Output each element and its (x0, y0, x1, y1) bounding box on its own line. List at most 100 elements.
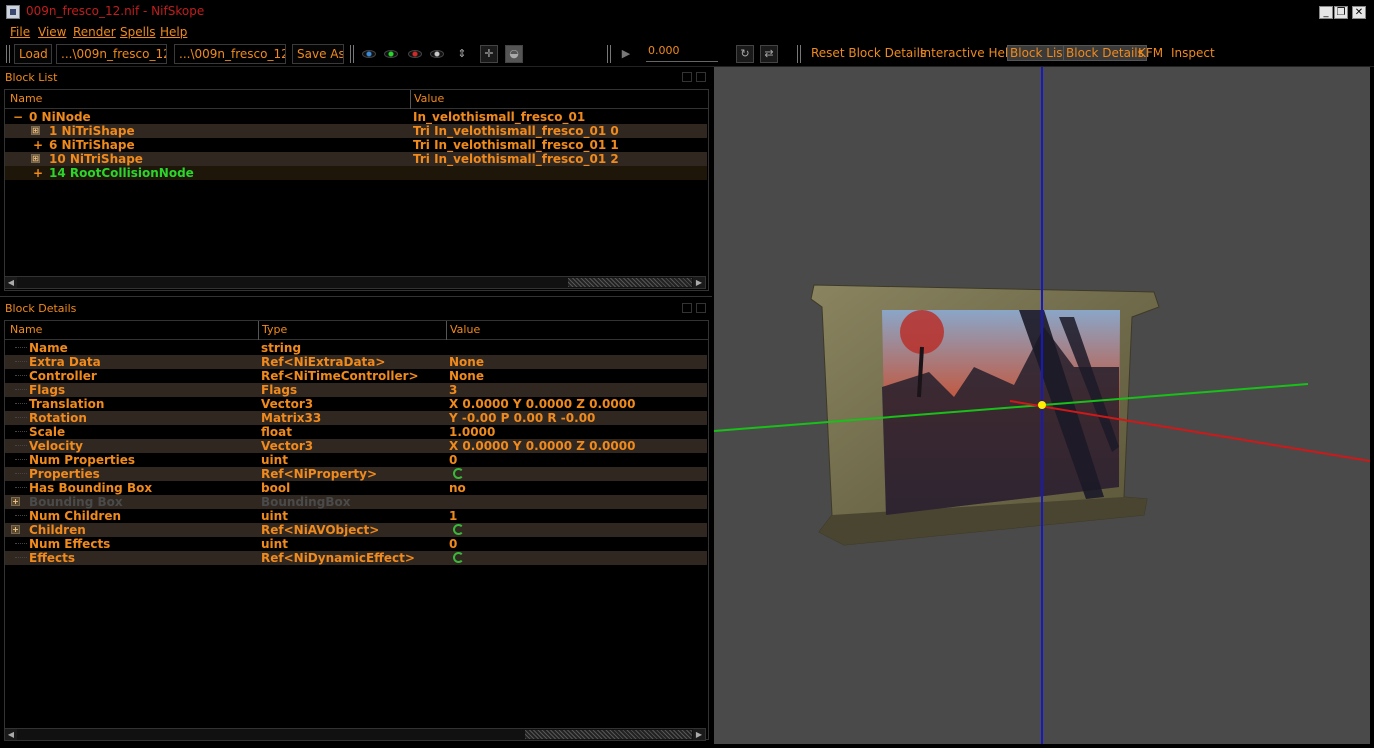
move-icon[interactable]: ✛ (480, 45, 498, 63)
detail-row[interactable]: + Children Ref<NiAVObject> (5, 523, 707, 537)
detail-row[interactable]: Scale float 1.0000 (5, 425, 707, 439)
tree-row[interactable]: + 6 NiTriShape Tri In_velothismall_fresc… (5, 138, 707, 152)
inspect-button[interactable]: Inspect (1171, 46, 1215, 60)
menu-render[interactable]: Render (73, 25, 116, 39)
walk-icon[interactable]: ⇕ (453, 45, 471, 63)
scroll-right-icon[interactable]: ▶ (693, 277, 705, 288)
refresh-link-icon[interactable] (453, 552, 464, 563)
interactive-help-button[interactable]: Interactive Help (920, 46, 1016, 60)
block-details-toggle[interactable]: Block Details (1063, 45, 1147, 61)
detail-value[interactable]: 1 (449, 509, 457, 523)
toolbar-grip[interactable] (6, 45, 10, 63)
detail-value[interactable]: X 0.0000 Y 0.0000 Z 0.0000 (449, 439, 635, 453)
close-dock-icon[interactable] (696, 72, 706, 82)
scroll-left-icon[interactable]: ◀ (5, 277, 17, 288)
save-path-field[interactable]: ...\009n_fresco_12.nif (174, 44, 286, 64)
expand-icon[interactable]: ⊞ (31, 154, 40, 163)
close-dock-icon[interactable] (696, 303, 706, 313)
scroll-thumb[interactable] (568, 278, 692, 287)
detail-row[interactable]: Rotation Matrix33 Y -0.00 P 0.00 R -0.00 (5, 411, 707, 425)
detail-row[interactable]: Controller Ref<NiTimeController> None (5, 369, 707, 383)
refresh-link-icon[interactable] (453, 468, 464, 479)
column-name[interactable]: Name (10, 92, 42, 105)
view-side-icon[interactable] (408, 50, 422, 58)
expand-icon[interactable]: + (11, 497, 20, 506)
detail-value[interactable]: 3 (449, 383, 457, 397)
block-list-tree[interactable]: Name Value − 0 NiNode In_velothismall_fr… (4, 89, 709, 291)
detail-type: Ref<NiTimeController> (261, 369, 419, 383)
detail-value[interactable]: 1.0000 (449, 425, 495, 439)
load-path-field[interactable]: ...\009n_fresco_12.nif (56, 44, 167, 64)
loop-icon[interactable]: ↻ (736, 45, 754, 63)
detail-value[interactable]: X 0.0000 Y 0.0000 Z 0.0000 (449, 397, 635, 411)
detail-value[interactable]: None (449, 369, 484, 383)
block-details-tree[interactable]: Name Type Value Name string Extra Data Ref<… (4, 320, 709, 740)
column-type[interactable]: Type (262, 323, 287, 336)
refresh-link-icon[interactable] (453, 524, 464, 535)
toolbar-grip[interactable] (797, 45, 801, 63)
view-top-icon[interactable] (362, 50, 376, 58)
play-icon[interactable]: ▶ (617, 45, 635, 63)
detail-value[interactable]: 0 (449, 453, 457, 467)
detail-row[interactable]: + Bounding Box BoundingBox (5, 495, 707, 509)
detail-row[interactable]: Name string (5, 341, 707, 355)
view-user-icon[interactable] (430, 50, 444, 58)
column-name[interactable]: Name (10, 323, 42, 336)
expand-icon[interactable]: + (11, 525, 20, 534)
expand-icon[interactable]: + (33, 166, 43, 180)
detail-row[interactable]: Num Properties uint 0 (5, 453, 707, 467)
detail-row[interactable]: Has Bounding Box bool no (5, 481, 707, 495)
detail-value[interactable]: None (449, 355, 484, 369)
kfm-button[interactable]: KFM (1138, 46, 1163, 60)
tree-row[interactable]: ⊞ 1 NiTriShape Tri In_velothismall_fresc… (5, 124, 707, 138)
toolbar-grip[interactable] (350, 45, 354, 63)
load-button[interactable]: Load (14, 44, 52, 64)
float-icon[interactable] (682, 303, 692, 313)
view-front-icon[interactable] (384, 50, 398, 58)
block-details-hscrollbar[interactable]: ◀ ▶ (4, 728, 706, 741)
detail-row[interactable]: Num Children uint 1 (5, 509, 707, 523)
render-viewport[interactable] (714, 67, 1370, 744)
detail-row[interactable]: Effects Ref<NiDynamicEffect> (5, 551, 707, 565)
switch-icon[interactable]: ⇄ (760, 45, 778, 63)
toolbar-grip[interactable] (607, 45, 611, 63)
expand-icon[interactable]: ⊞ (31, 126, 40, 135)
menu-file[interactable]: File (10, 25, 30, 39)
scroll-thumb[interactable] (525, 730, 692, 739)
dock-splitter[interactable] (0, 296, 712, 297)
tree-row-selected[interactable]: + 14 RootCollisionNode (5, 166, 707, 180)
scroll-left-icon[interactable]: ◀ (5, 729, 17, 740)
block-list-hscrollbar[interactable]: ◀ ▶ (4, 276, 706, 289)
time-slider[interactable] (646, 59, 718, 62)
block-details-header: Name Type Value (5, 321, 708, 340)
scene-render[interactable] (714, 67, 1370, 744)
detail-row[interactable]: Properties Ref<NiProperty> (5, 467, 707, 481)
column-value[interactable]: Value (414, 92, 444, 105)
minimize-button[interactable]: _ (1319, 6, 1333, 19)
detail-value[interactable]: Y -0.00 P 0.00 R -0.00 (449, 411, 595, 425)
detail-row[interactable]: Num Effects uint 0 (5, 537, 707, 551)
detail-row[interactable]: Extra Data Ref<NiExtraData> None (5, 355, 707, 369)
scroll-right-icon[interactable]: ▶ (693, 729, 705, 740)
detail-row[interactable]: Translation Vector3 X 0.0000 Y 0.0000 Z 0.… (5, 397, 707, 411)
rotate-view-icon[interactable]: ◒ (505, 45, 523, 63)
tree-row[interactable]: ⊞ 10 NiTriShape Tri In_velothismall_fres… (5, 152, 707, 166)
detail-row[interactable]: Velocity Vector3 X 0.0000 Y 0.0000 Z 0.000… (5, 439, 707, 453)
detail-row[interactable]: Flags Flags 3 (5, 383, 707, 397)
menu-view[interactable]: View (38, 25, 66, 39)
tree-row[interactable]: − 0 NiNode In_velothismall_fresco_01 (5, 110, 707, 124)
expand-icon[interactable]: + (33, 138, 43, 152)
detail-value[interactable]: no (449, 481, 466, 495)
detail-name: Effects (29, 551, 76, 565)
detail-value[interactable]: 0 (449, 537, 457, 551)
restore-button[interactable]: ❐ (1334, 6, 1348, 19)
block-list-toggle[interactable]: Block List (1007, 45, 1071, 61)
menu-spells[interactable]: Spells (120, 25, 156, 39)
save-as-button[interactable]: Save As (292, 44, 344, 64)
reset-block-details-button[interactable]: Reset Block Details (811, 46, 926, 60)
float-icon[interactable] (682, 72, 692, 82)
column-value[interactable]: Value (450, 323, 480, 336)
collapse-icon[interactable]: − (13, 110, 23, 124)
menu-help[interactable]: Help (160, 25, 187, 39)
close-button[interactable]: ✕ (1352, 6, 1366, 19)
